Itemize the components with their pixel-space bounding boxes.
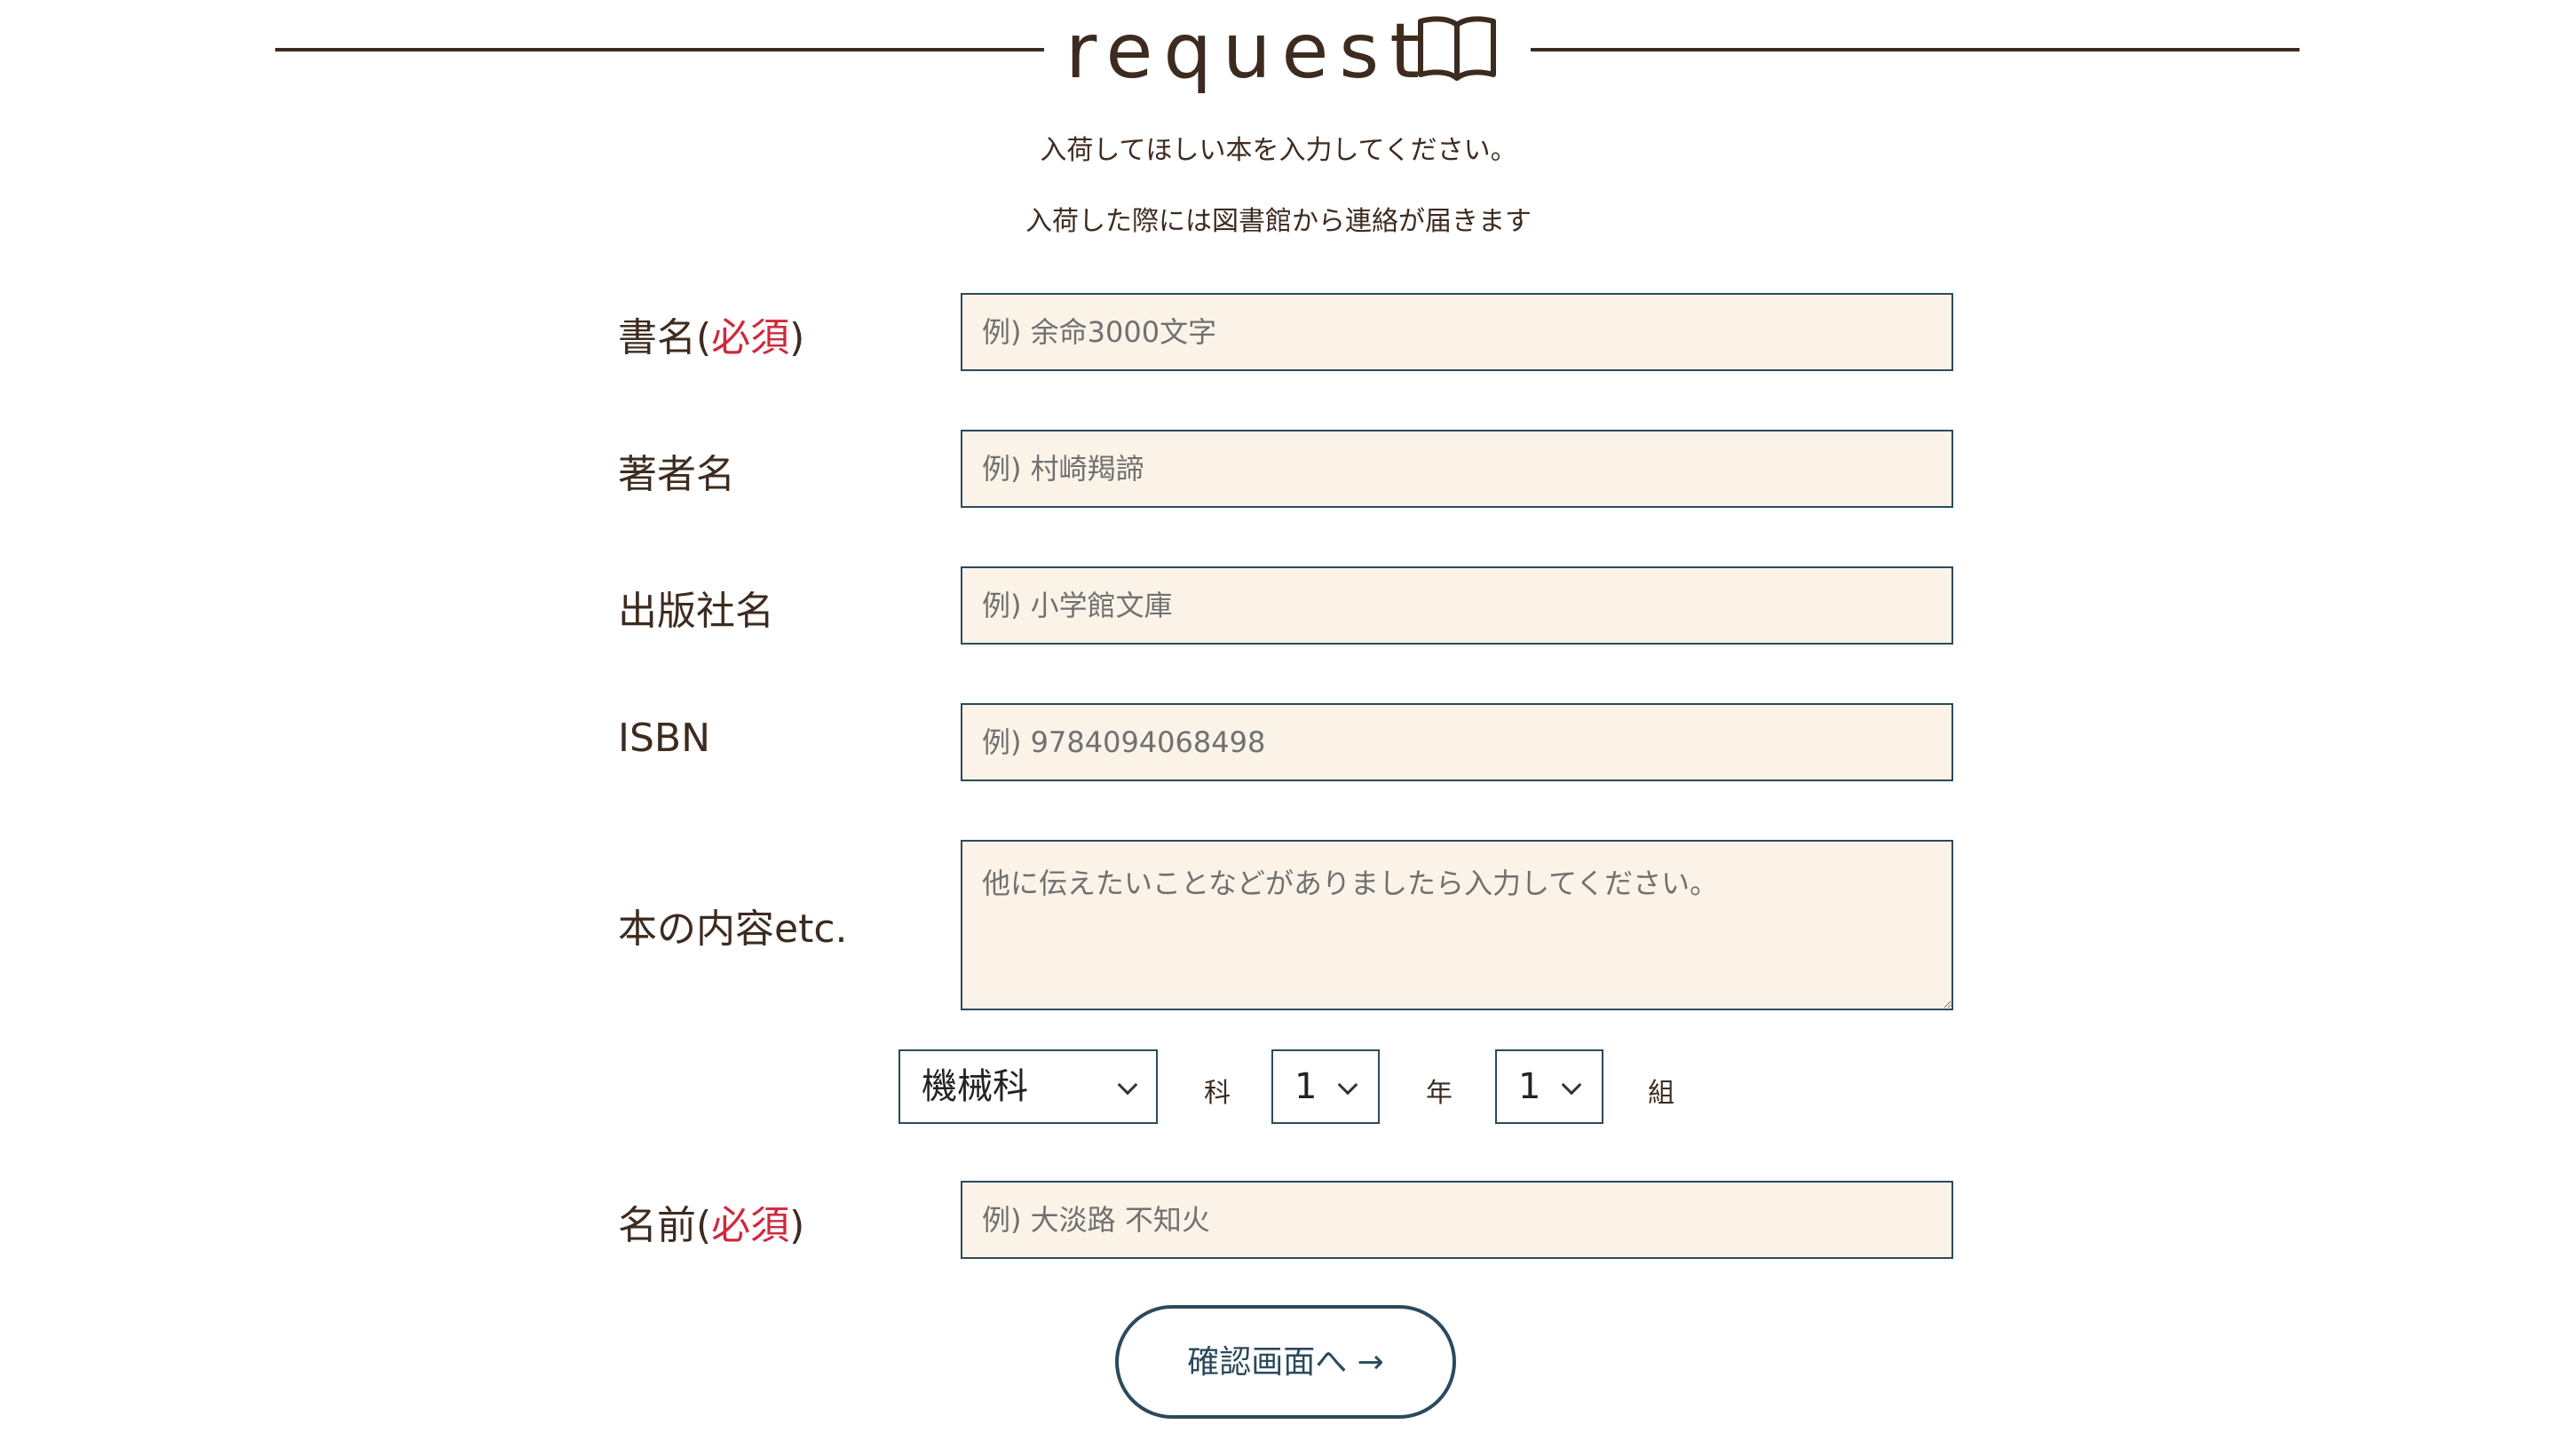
department-select[interactable]: 機械科	[899, 1049, 1158, 1124]
isbn-label: ISBN	[618, 716, 711, 761]
chevron-down-icon	[1117, 1074, 1138, 1096]
publisher-label: 出版社名	[618, 589, 774, 634]
intro-text-2: 入荷した際には図書館から連絡が届きます	[1025, 206, 1532, 237]
department-unit: 科	[1204, 1078, 1231, 1109]
section-heading: request	[0, 0, 2557, 99]
name-label: 名前(必須)	[618, 1193, 804, 1250]
open-book-icon	[1418, 16, 1496, 81]
heading-rule-left	[275, 48, 1044, 51]
class-unit: 組	[1648, 1078, 1674, 1109]
chevron-down-icon	[1561, 1074, 1582, 1096]
required-mark: 必須	[711, 315, 790, 360]
author-input[interactable]	[961, 430, 1953, 508]
publisher-input[interactable]	[961, 566, 1953, 645]
intro-text-1: 入荷してほしい本を入力してください。	[1040, 135, 1517, 166]
confirm-button[interactable]: 確認画面へ →	[1115, 1305, 1456, 1419]
book-title-label-close: )	[789, 315, 805, 360]
author-label: 著者名	[618, 452, 735, 497]
content-label: 本の内容etc.	[618, 906, 848, 952]
book-title-input[interactable]	[961, 293, 1953, 371]
year-select[interactable]: 1	[1271, 1049, 1380, 1124]
content-textarea[interactable]	[961, 840, 1953, 1010]
heading-rule-right	[1531, 48, 2300, 51]
name-label-text: 名前(	[618, 1203, 712, 1248]
year-select-value: 1	[1294, 1066, 1318, 1107]
class-select-value: 1	[1518, 1066, 1541, 1107]
book-title-label: 書名(必須)	[618, 305, 804, 362]
isbn-input[interactable]	[961, 703, 1953, 781]
name-label-close: )	[789, 1203, 805, 1248]
book-title-label-text: 書名(	[618, 315, 712, 360]
department-select-value: 機械科	[922, 1066, 1028, 1107]
chevron-down-icon	[1337, 1074, 1358, 1096]
section-title: request	[1065, 7, 1430, 96]
required-mark: 必須	[711, 1203, 790, 1248]
name-input[interactable]	[961, 1181, 1953, 1259]
class-select[interactable]: 1	[1495, 1049, 1603, 1124]
year-unit: 年	[1426, 1078, 1453, 1109]
